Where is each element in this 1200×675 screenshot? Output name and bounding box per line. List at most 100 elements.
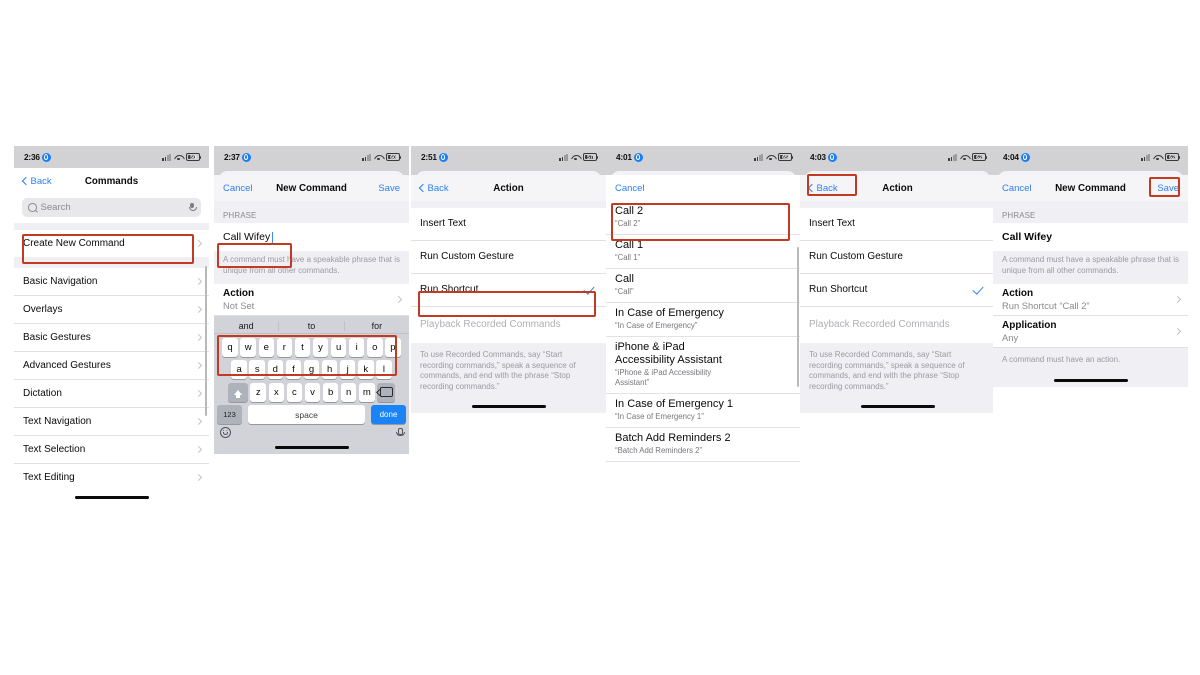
- create-new-command-row[interactable]: Create New Command: [14, 230, 209, 257]
- sidebar-item-basic-gestures[interactable]: Basic Gestures: [14, 324, 209, 352]
- location-indicator-icon: [41, 152, 51, 162]
- key-d[interactable]: d: [267, 360, 284, 379]
- list-item[interactable]: Call 2 “Call 2”: [606, 201, 801, 235]
- scrollbar[interactable]: [797, 247, 799, 387]
- key-g[interactable]: g: [303, 360, 320, 379]
- option-label: Insert Text: [420, 218, 466, 229]
- key-f[interactable]: f: [285, 360, 302, 379]
- done-key[interactable]: done: [371, 405, 406, 424]
- option-insert-text[interactable]: Insert Text: [800, 208, 995, 241]
- shift-key[interactable]: [227, 382, 248, 402]
- cancel-button[interactable]: Cancel: [1002, 183, 1032, 194]
- text-caret: [271, 231, 273, 243]
- prediction-1[interactable]: to: [278, 320, 343, 331]
- list-item[interactable]: Call “Call”: [606, 269, 801, 303]
- action-row[interactable]: Action Not Set: [214, 284, 409, 316]
- key-q[interactable]: q: [222, 337, 238, 357]
- key-h[interactable]: h: [321, 360, 338, 379]
- checkmark-icon: [972, 283, 984, 295]
- key-k[interactable]: k: [358, 360, 374, 379]
- key-r[interactable]: r: [276, 337, 293, 357]
- key-l[interactable]: l: [376, 360, 392, 379]
- status-left: 4:03: [810, 152, 837, 162]
- key-b[interactable]: b: [322, 382, 339, 402]
- back-button[interactable]: Back: [807, 183, 838, 194]
- phrase-input[interactable]: Call Wifey: [214, 223, 409, 251]
- sidebar-item-advanced-gestures[interactable]: Advanced Gestures: [14, 352, 209, 380]
- key-p[interactable]: p: [385, 337, 401, 357]
- sheet-peek: [800, 168, 995, 181]
- list-item[interactable]: iPhone & iPad Accessibility Assistant “iP…: [606, 337, 801, 394]
- save-button[interactable]: Save: [1157, 183, 1179, 194]
- option-insert-text[interactable]: Insert Text: [411, 208, 606, 241]
- option-run-shortcut[interactable]: Run Shortcut: [800, 274, 995, 307]
- phrase-input[interactable]: Call Wifey: [993, 223, 1188, 251]
- backspace-key[interactable]: [377, 382, 396, 402]
- panel-action-picker: 2:51 57 Back Action Insert Text Run Cust…: [411, 146, 606, 543]
- sidebar-item-text-navigation[interactable]: Text Navigation: [14, 408, 209, 436]
- sidebar-item-text-selection[interactable]: Text Selection: [14, 436, 209, 464]
- microphone-icon[interactable]: [189, 203, 197, 212]
- key-j[interactable]: j: [339, 360, 356, 379]
- key-v[interactable]: v: [304, 382, 321, 402]
- scrollbar[interactable]: [205, 266, 207, 416]
- space-key[interactable]: space: [247, 405, 366, 424]
- key-x[interactable]: x: [268, 382, 285, 402]
- phrase-footnote: A command must have a speakable phrase t…: [214, 251, 409, 284]
- key-w[interactable]: w: [240, 337, 256, 357]
- dictation-microphone-icon[interactable]: [396, 427, 405, 438]
- back-button[interactable]: Back: [21, 176, 52, 187]
- sidebar-item-basic-navigation[interactable]: Basic Navigation: [14, 268, 209, 296]
- sidebar-item-dictation[interactable]: Dictation: [14, 380, 209, 408]
- battery-level: 62: [976, 154, 982, 161]
- category-label: Dictation: [23, 387, 62, 399]
- key-s[interactable]: s: [249, 360, 265, 379]
- sidebar-item-overlays[interactable]: Overlays: [14, 296, 209, 324]
- option-run-custom-gesture[interactable]: Run Custom Gesture: [800, 241, 995, 274]
- shortcut-subtitle: “iPhone & iPad Accessibility Assistant”: [615, 368, 712, 387]
- key-u[interactable]: u: [330, 337, 347, 357]
- key-m[interactable]: m: [359, 382, 375, 402]
- key-z[interactable]: z: [250, 382, 266, 402]
- search-input[interactable]: Search: [22, 198, 201, 217]
- prediction-0[interactable]: and: [214, 321, 278, 331]
- option-run-shortcut[interactable]: Run Shortcut: [411, 274, 606, 307]
- backspace-icon: [379, 387, 393, 397]
- key-n[interactable]: n: [340, 382, 357, 402]
- checkmark-icon: [583, 283, 595, 295]
- option-playback-recorded-commands: Playback Recorded Commands: [411, 307, 606, 343]
- list-item[interactable]: In Case of Emergency 1 “In Case of Emerge…: [606, 394, 801, 428]
- list-item[interactable]: Call 1 “Call 1”: [606, 235, 801, 269]
- key-i[interactable]: i: [348, 337, 365, 357]
- form-group: PHRASE Call Wifey A command must have a …: [993, 201, 1188, 374]
- cancel-button[interactable]: Cancel: [615, 183, 645, 194]
- battery-icon: 62: [1165, 153, 1181, 161]
- key-c[interactable]: c: [286, 382, 303, 402]
- shortcut-subtitle: “Batch Add Reminders 2”: [615, 446, 703, 455]
- key-t[interactable]: t: [294, 337, 311, 357]
- cancel-button[interactable]: Cancel: [223, 183, 253, 194]
- numbers-key[interactable]: 123: [217, 405, 242, 424]
- chevron-right-icon: [1173, 295, 1182, 304]
- action-value: Not Set: [223, 300, 255, 311]
- sheet-peek: [993, 168, 1188, 181]
- option-run-custom-gesture[interactable]: Run Custom Gesture: [411, 241, 606, 274]
- back-button[interactable]: Back: [418, 183, 449, 194]
- key-a[interactable]: a: [231, 360, 247, 379]
- key-e[interactable]: e: [258, 337, 275, 357]
- prediction-2[interactable]: for: [343, 320, 409, 331]
- list-item[interactable]: In Case of Emergency “In Case of Emergenc…: [606, 303, 801, 337]
- home-indicator: [14, 491, 209, 504]
- application-row[interactable]: Application Any: [993, 316, 1188, 348]
- emoji-icon[interactable]: [220, 427, 231, 438]
- category-label: Text Navigation: [23, 415, 92, 427]
- key-o[interactable]: o: [367, 337, 383, 357]
- keyboard-footer: [214, 424, 409, 441]
- status-left: 2:36: [24, 152, 51, 162]
- shortcut-subtitle: “In Case of Emergency 1”: [615, 412, 704, 421]
- save-button[interactable]: Save: [378, 183, 400, 194]
- action-row[interactable]: Action Run Shortcut “Call 2”: [993, 284, 1188, 316]
- list-item[interactable]: Batch Add Reminders 2 “Batch Add Reminder…: [606, 428, 801, 462]
- key-y[interactable]: y: [312, 337, 329, 357]
- sidebar-item-text-editing[interactable]: Text Editing: [14, 464, 209, 491]
